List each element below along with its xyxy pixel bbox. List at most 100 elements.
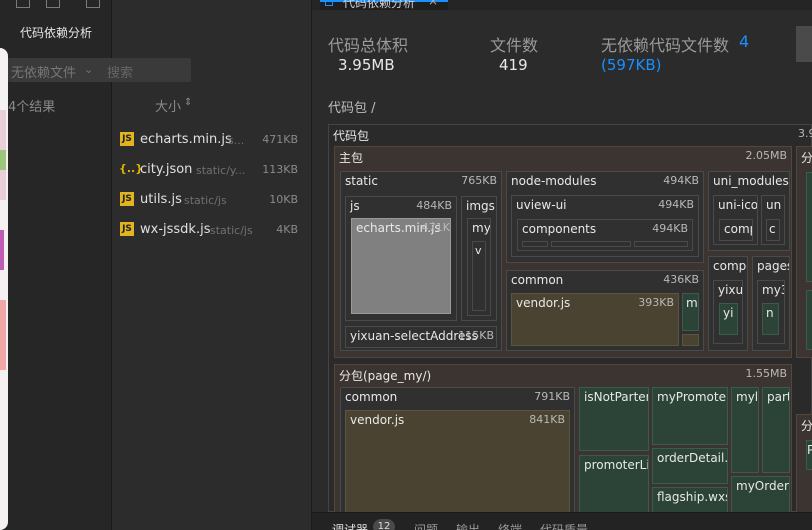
box-label: 分 [801, 151, 812, 165]
panel-title: 代码依赖分析 [20, 26, 93, 40]
box-label: part [767, 390, 790, 404]
result-count: 4个结果 [8, 100, 56, 115]
box-label: my3 [762, 283, 784, 297]
breadcrumb[interactable]: 代码包 / [328, 97, 376, 116]
box-label: js [350, 199, 360, 213]
tab-debugger[interactable]: 调试器 [332, 521, 368, 530]
box-label: uview-ui [516, 198, 567, 212]
treemap-yixuan-select[interactable]: yixuan-selectAddress 115KB [345, 326, 497, 348]
treemap-cell[interactable] [522, 241, 548, 247]
treemap-myOrder[interactable]: myOrder. [731, 476, 790, 514]
treemap-orderDetail[interactable]: orderDetail.w [652, 448, 728, 484]
treemap-comp-small[interactable]: comp [719, 219, 753, 241]
box-label: vendor.js [350, 413, 405, 427]
tab-label[interactable]: 代码依赖分析 [343, 0, 415, 11]
box-label: uni_modules1 [713, 174, 790, 188]
treemap-cell[interactable] [682, 334, 699, 346]
box-label: flagship.wxss [657, 490, 727, 504]
list-item[interactable]: JS utils.js static/js 10KB [120, 186, 298, 214]
tab-issues[interactable]: 问题 [414, 521, 438, 530]
box-label: common [345, 390, 398, 404]
file-name: echarts.min.js [140, 132, 232, 147]
treemap-p-small[interactable]: P [806, 440, 812, 470]
box-size: 393KB [638, 296, 674, 309]
sort-icon[interactable]: ⇕ [184, 97, 192, 108]
box-size: 115KB [458, 329, 494, 342]
treemap-flagship[interactable]: flagship.wxss [652, 487, 728, 514]
close-icon[interactable]: × [428, 0, 438, 8]
file-size: 10KB [269, 193, 298, 206]
file-count-value: 419 [499, 56, 528, 74]
file-name: wx-jssdk.js [140, 222, 211, 237]
file-size: 4KB [276, 223, 298, 236]
js-file-icon: JS [120, 192, 134, 206]
box-label: uni-icor [718, 198, 758, 212]
tab-terminal[interactable]: 终端 [498, 521, 522, 530]
list-item[interactable]: {..} city.json static/y... 113KB [119, 156, 298, 184]
toolbar-icon[interactable] [16, 0, 30, 8]
treemap-vendor-main[interactable]: vendor.js 393KB [511, 293, 679, 346]
file-size: 113KB [262, 163, 298, 176]
file-path: static/y... [196, 164, 246, 177]
nodep-count[interactable]: 4 [739, 32, 749, 51]
toolbar-icon[interactable] [86, 0, 100, 8]
treemap-vendor-sub[interactable]: vendor.js 841KB [345, 410, 570, 514]
box-label: 分 [801, 419, 812, 433]
simulator-content-red [0, 300, 6, 370]
treemap-cell[interactable] [551, 241, 631, 247]
box-label: comp [724, 222, 752, 236]
list-item[interactable]: JS wx-jssdk.js static/js 4KB [120, 216, 298, 244]
treemap-root-label: 代码包 [333, 129, 370, 143]
treemap-cell[interactable] [806, 290, 812, 350]
box-label: n [766, 306, 774, 320]
analysis-icon [325, 0, 333, 6]
treemap-n-small[interactable]: n [762, 303, 779, 335]
file-path: static/js [210, 224, 253, 237]
treemap-c-small[interactable]: c [766, 219, 780, 241]
treemap-cell[interactable] [806, 172, 812, 282]
treemap-root-size: 3.9 [798, 127, 812, 140]
treemap-isNotParter[interactable]: isNotParter.w [579, 387, 649, 451]
filter-select[interactable]: 无依赖文件 [11, 62, 76, 81]
treemap-cell[interactable] [634, 241, 688, 247]
box-size: 2.05MB [745, 149, 787, 162]
box-label: un [766, 198, 782, 212]
treemap-yi[interactable]: yi [719, 303, 738, 335]
sort-button[interactable]: 大小 [155, 96, 181, 115]
box-label: 主包 [339, 151, 364, 165]
box-label: yi [723, 306, 734, 320]
treemap-part[interactable]: part [762, 387, 790, 473]
box-label: promoterLis [584, 458, 649, 472]
simulator-content-green [0, 150, 6, 170]
box-size: 1.55MB [745, 367, 787, 380]
toolbar-icon[interactable] [46, 0, 60, 8]
treemap-echarts[interactable]: echarts.min.js 471K [351, 218, 451, 314]
box-label: vendor.js [516, 296, 571, 310]
search-input[interactable]: 搜索 [107, 62, 133, 81]
tab-output[interactable]: 输出 [456, 521, 480, 530]
box-label: yixua [718, 283, 743, 297]
treemap-m-small[interactable]: m [682, 293, 699, 331]
treemap-myl[interactable]: myl [731, 387, 759, 473]
chevron-down-icon[interactable]: ⌄ [84, 63, 93, 76]
box-label: isNotParter.w [584, 390, 649, 404]
nodep-size[interactable]: (597KB) [601, 56, 661, 74]
box-size: 471K [421, 221, 450, 234]
box-size: 484KB [416, 199, 452, 212]
box-label: node-modules [511, 174, 597, 188]
tab-code-quality[interactable]: 代码质量 [540, 521, 588, 530]
treemap-promoterList[interactable]: promoterLis [579, 455, 649, 514]
json-file-icon: {..} [119, 162, 144, 175]
box-size: 841KB [529, 413, 565, 426]
box-label: myOrder. [736, 479, 790, 493]
box-label: compo [713, 259, 747, 273]
nodep-label: 无依赖代码文件数 [601, 36, 730, 55]
box-size: 494KB [658, 198, 694, 211]
js-file-icon: JS [120, 132, 134, 146]
box-label: c [769, 222, 776, 236]
treemap-myPromote[interactable]: myPromote.wx [652, 387, 728, 445]
side-button[interactable] [796, 26, 812, 62]
box-label: common [511, 273, 564, 287]
list-item[interactable]: JS echarts.min.js s... 471KB [120, 126, 298, 154]
treemap-v-small[interactable]: v [472, 241, 486, 311]
